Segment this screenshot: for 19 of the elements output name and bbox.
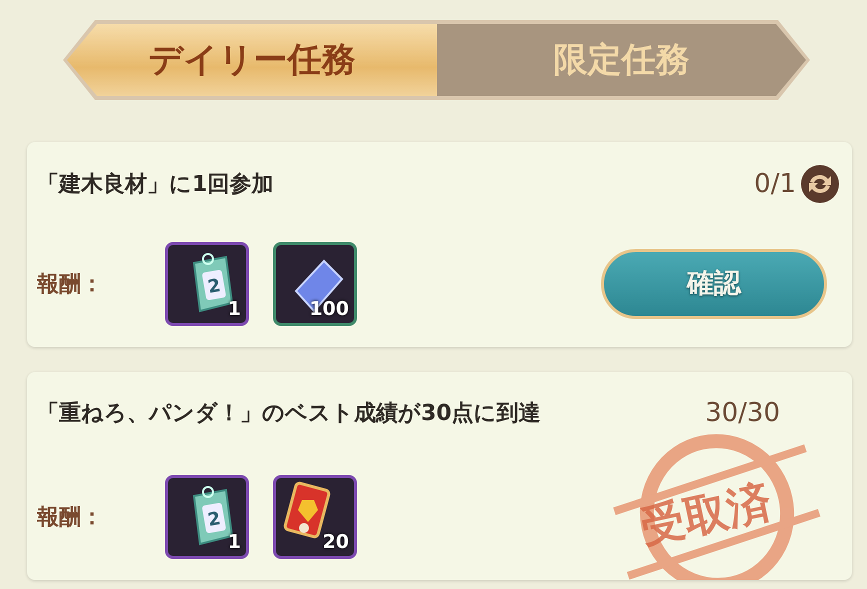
reward-item[interactable]: 100	[273, 242, 357, 326]
item-count: 1	[228, 296, 241, 322]
reward-label: 報酬：	[37, 504, 104, 532]
refresh-icon[interactable]	[800, 164, 840, 204]
claimed-label: 受取済	[635, 475, 777, 556]
progress-text: 0/1	[754, 168, 796, 200]
item-count: 100	[309, 296, 349, 322]
item-count: 1	[228, 530, 241, 554]
ticket-number: 2	[206, 275, 222, 298]
progress-text: 30/30	[705, 397, 780, 430]
tab[interactable]: デイリー任務	[67, 24, 436, 96]
reward-item[interactable]: 20	[273, 475, 357, 559]
reward-item[interactable]: 2 1	[165, 242, 249, 326]
reward-label: 報酬：	[37, 270, 104, 298]
task-title: 「重ねろ、パンダ！」のベスト成績が30点に到達	[37, 400, 542, 428]
reward-item[interactable]: 2 1	[165, 475, 249, 559]
item-count: 20	[322, 530, 349, 554]
task-title: 「建木良材」に1回参加	[37, 170, 274, 198]
ticket-number: 2	[206, 508, 222, 531]
